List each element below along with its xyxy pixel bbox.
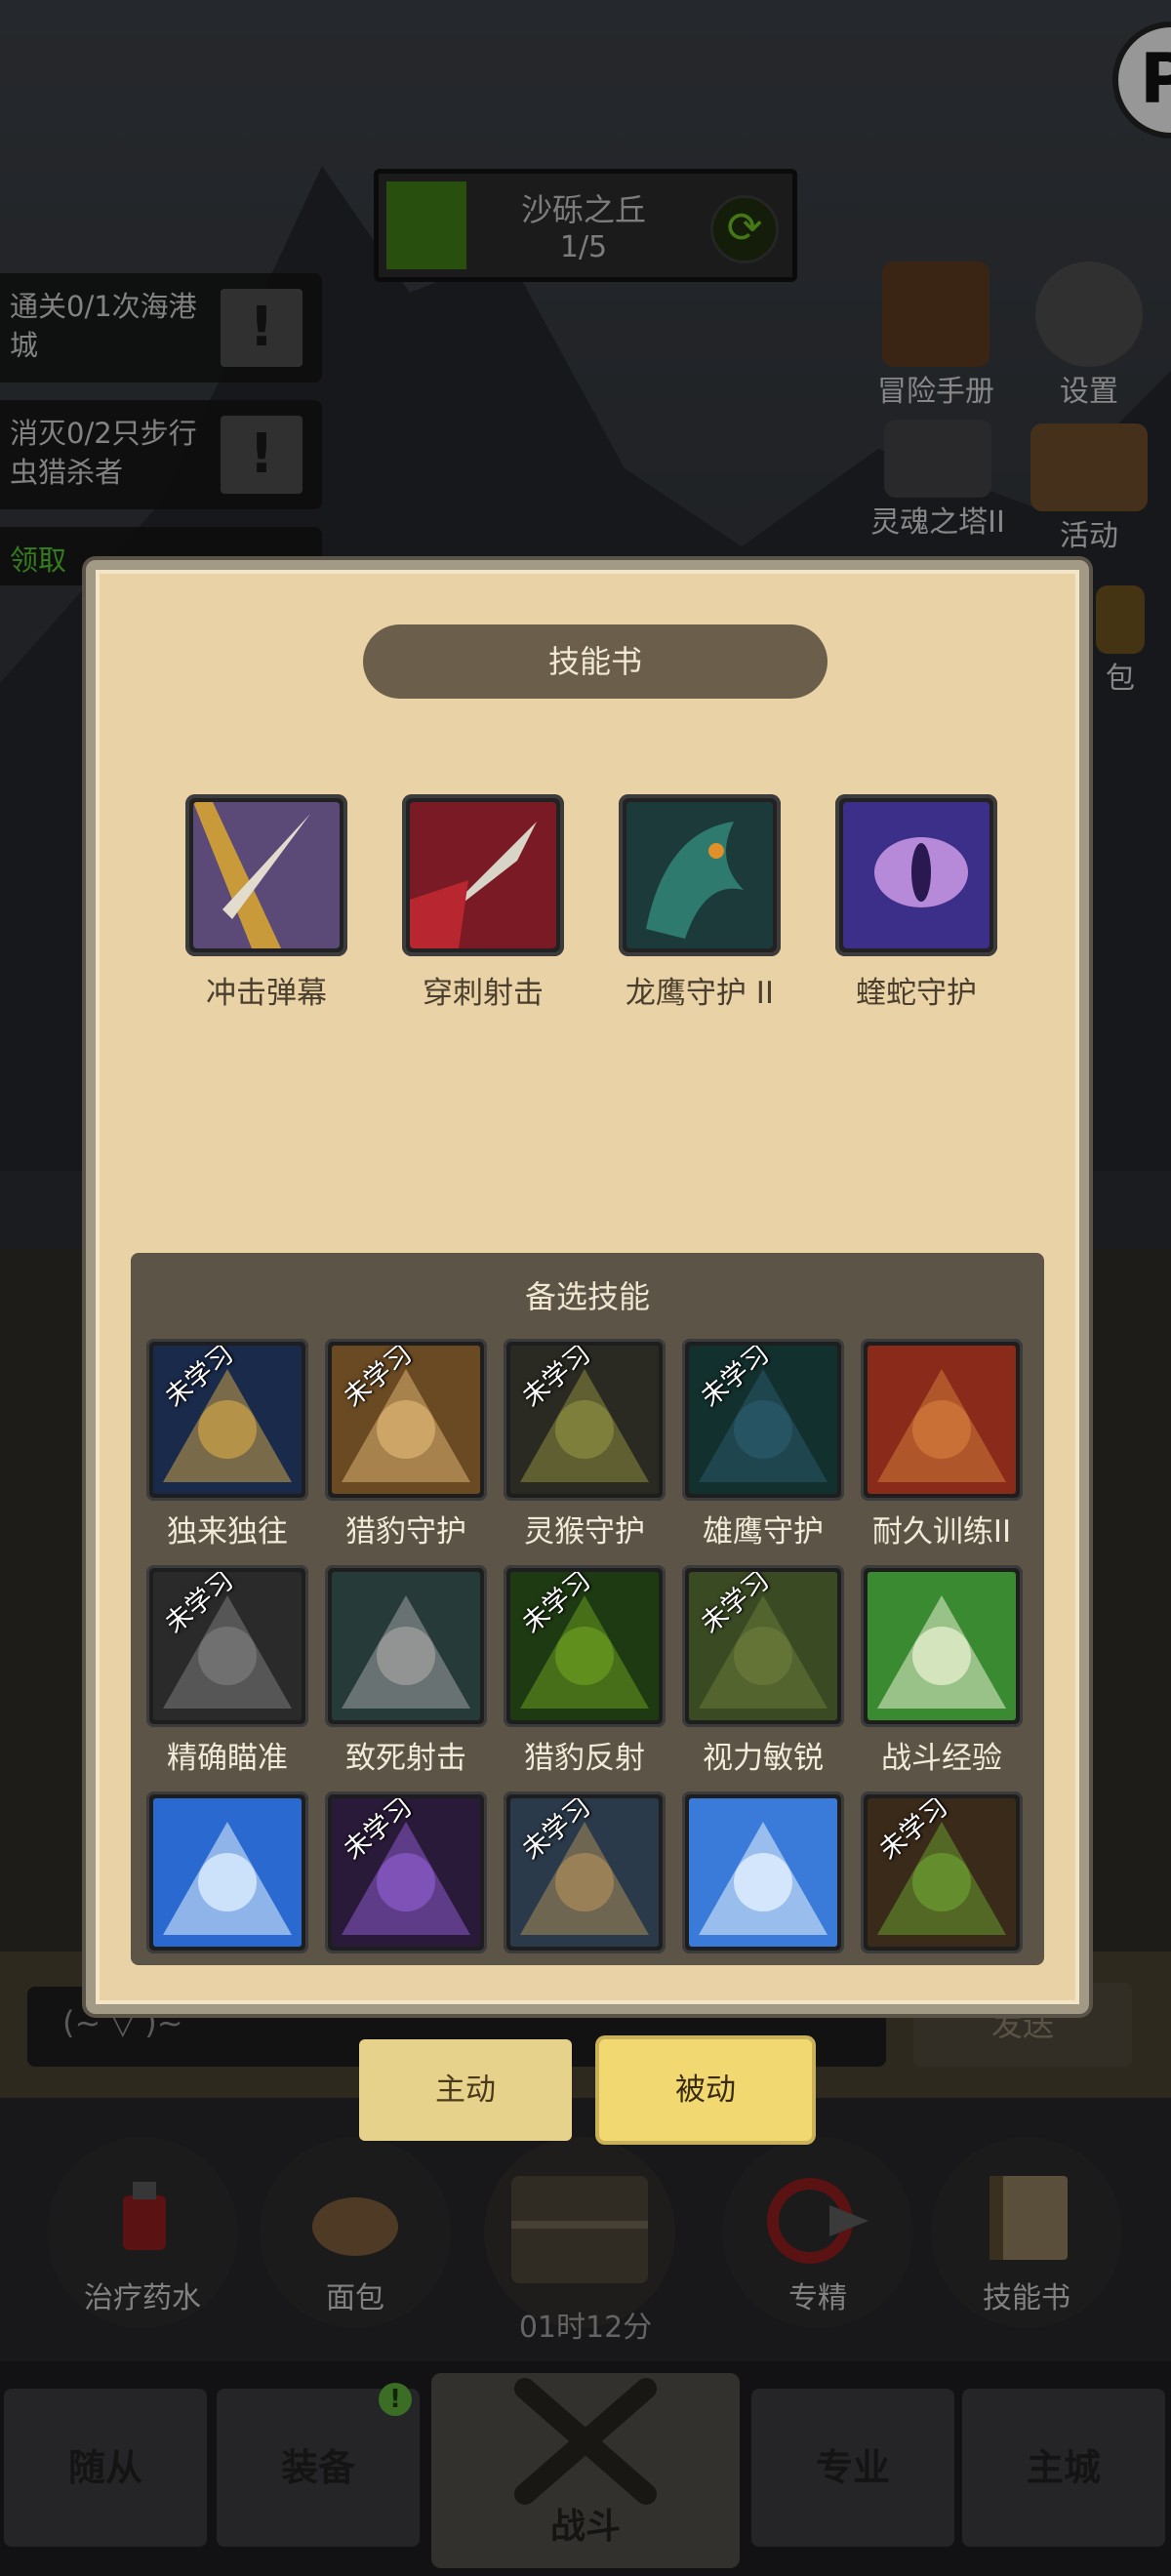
skill-frame: 未学习 — [682, 1339, 844, 1501]
alternate-skill-slot[interactable]: 未学习 精确瞄准 — [146, 1565, 308, 1777]
alternate-skill-slot[interactable] — [146, 1791, 308, 1953]
skill-frame: 未学习 — [504, 1791, 666, 1953]
alternate-skill-slot[interactable]: 未学习 独来独往 — [146, 1339, 308, 1550]
modal-title: 技能书 — [363, 624, 828, 699]
piercing-arrow-icon — [410, 802, 556, 948]
tab-passive-skills[interactable]: 被动 — [599, 2039, 812, 2141]
skill-frame — [835, 794, 997, 956]
claw-marks-icon: 未学习 — [510, 1572, 659, 1720]
skill-label: 雄鹰守护 — [703, 1514, 824, 1550]
cheetah-icon: 未学习 — [332, 1346, 480, 1494]
skill-frame: 未学习 — [504, 1565, 666, 1727]
frost-shot-icon — [689, 1798, 837, 1947]
skill-frame: 未学习 — [146, 1339, 308, 1501]
skill-label: 耐久训练II — [871, 1514, 1012, 1550]
skill-frame — [619, 794, 781, 956]
equipped-skill-slot[interactable]: 蝰蛇守护 — [835, 794, 997, 1012]
skill-label: 独来独往 — [167, 1514, 288, 1550]
skill-label: 猎豹守护 — [345, 1514, 466, 1550]
skill-frame: 未学习 — [682, 1565, 844, 1727]
skill-frame — [861, 1339, 1023, 1501]
skill-label: 精确瞄准 — [167, 1741, 288, 1776]
lethal-arrow-icon — [332, 1572, 480, 1720]
keen-eye-icon: 未学习 — [689, 1572, 837, 1720]
alternate-skill-slot[interactable]: 未学习 — [325, 1791, 487, 1953]
equipped-skill-slot[interactable]: 龙鹰守护 II — [619, 794, 781, 1012]
skill-frame — [682, 1791, 844, 1953]
skill-frame — [861, 1565, 1023, 1727]
skill-frame: 未学习 — [146, 1565, 308, 1727]
strongman-icon — [868, 1346, 1016, 1494]
alternate-skill-slot[interactable]: 未学习 — [504, 1791, 666, 1953]
alternate-skill-slot[interactable]: 未学习 猎豹反射 — [504, 1565, 666, 1777]
skill-frame — [402, 794, 564, 956]
alternate-skill-slot[interactable]: 未学习 雄鹰守护 — [682, 1339, 844, 1550]
dash-icon — [153, 1798, 302, 1947]
alternate-skill-slot[interactable]: 战斗经验 — [861, 1565, 1023, 1777]
gryphon-icon: 未学习 — [510, 1798, 659, 1947]
alternate-skill-slot[interactable]: 致死射击 — [325, 1565, 487, 1777]
skill-frame: 未学习 — [325, 1791, 487, 1953]
viper-eye-icon — [843, 802, 989, 948]
skill-label: 猎豹反射 — [524, 1741, 645, 1776]
monkey-icon: 未学习 — [510, 1346, 659, 1494]
skill-frame: 未学习 — [861, 1791, 1023, 1953]
skill-label: 致死射击 — [345, 1741, 466, 1776]
tab-active-skills[interactable]: 主动 — [359, 2039, 572, 2141]
skill-label: 灵猴守护 — [524, 1514, 645, 1550]
skill-book-modal: 技能书 冲击弹幕 穿刺射击 龙鹰守护 II 蝰蛇守护 备选技能 未学习 独来独往… — [86, 560, 1089, 2014]
skill-label: 战斗经验 — [881, 1741, 1002, 1776]
skill-frame: 未学习 — [504, 1339, 666, 1501]
skill-label: 冲击弹幕 — [206, 976, 327, 1011]
dragonhawk-icon — [626, 802, 773, 948]
alternate-skill-slot[interactable]: 未学习 猎豹守护 — [325, 1339, 487, 1550]
alternate-skills-panel: 备选技能 未学习 独来独往 未学习 猎豹守护 未学习 灵猴守护 未学习 雄鹰守护 耐久训练II 未… — [131, 1253, 1044, 1965]
alternate-skill-slot[interactable]: 未学习 视力敏锐 — [682, 1565, 844, 1777]
skill-label: 视力敏锐 — [703, 1741, 824, 1776]
alternate-skill-slot[interactable]: 耐久训练II — [861, 1339, 1023, 1550]
skill-frame — [146, 1791, 308, 1953]
alternate-skill-slot[interactable]: 未学习 灵猴守护 — [504, 1339, 666, 1550]
alternate-skill-slot[interactable] — [682, 1791, 844, 1953]
skill-frame — [325, 1565, 487, 1727]
purple-arrow-icon: 未学习 — [332, 1798, 480, 1947]
lone-spear-icon: 未学习 — [153, 1346, 302, 1494]
alternate-skill-slot[interactable]: 未学习 — [861, 1791, 1023, 1953]
skill-label: 龙鹰守护 II — [625, 976, 775, 1011]
skill-label: 蝰蛇守护 — [856, 976, 977, 1011]
trap-icon: 未学习 — [868, 1798, 1016, 1947]
skill-label: 穿刺射击 — [423, 976, 544, 1011]
hawk-icon: 未学习 — [689, 1346, 837, 1494]
skill-frame — [185, 794, 347, 956]
owl-icon — [868, 1572, 1016, 1720]
equipped-skill-slot[interactable]: 冲击弹幕 — [185, 794, 347, 1012]
skill-frame: 未学习 — [325, 1339, 487, 1501]
crosshair-icon: 未学习 — [153, 1572, 302, 1720]
equipped-skill-slot[interactable]: 穿刺射击 — [402, 794, 564, 1012]
spear-tip-icon — [193, 802, 340, 948]
alternate-skills-title: 备选技能 — [524, 1278, 650, 1315]
